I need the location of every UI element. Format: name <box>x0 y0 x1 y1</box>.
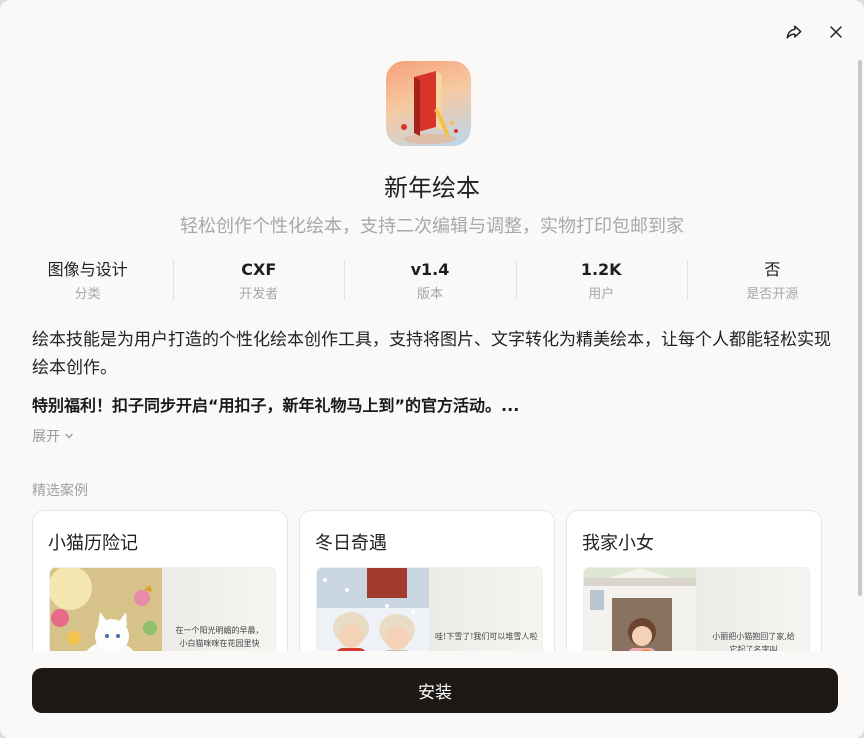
app-title: 新年绘本 <box>384 174 480 202</box>
stat-users: 1.2K 用户 <box>515 258 687 308</box>
stat-open-source: 否 是否开源 <box>686 258 858 308</box>
stat-label: 分类 <box>74 287 101 302</box>
stat-value: 图像与设计 <box>47 260 128 279</box>
case-title: 小猫历险记 <box>48 533 138 554</box>
install-button[interactable]: 安装 <box>32 668 838 713</box>
stat-value: 否 <box>764 260 781 279</box>
stat-value: 1.2K <box>580 260 622 279</box>
scrollbar[interactable] <box>858 60 862 596</box>
thumbnail-caption-line: 小丽把小猫抱回了家,给 <box>712 632 795 641</box>
app-logo-book-icon <box>386 61 471 146</box>
stat-developer: CXF 开发者 <box>173 258 344 308</box>
app-subtitle: 轻松创作个性化绘本，支持二次编辑与调整，实物打印包邮到家 <box>180 216 684 237</box>
thumbnail-caption-line: 小白猫咪咪在花园里快 <box>179 639 260 648</box>
expand-label: 展开 <box>32 429 60 445</box>
stat-value: v1.4 <box>410 260 450 279</box>
promo-text: 特别福利！扣子同步开启“用扣子，新年礼物马上到”的官方活动。... <box>32 396 520 415</box>
section-title-featured-cases: 精选案例 <box>32 483 88 499</box>
case-title: 我家小女 <box>582 533 654 554</box>
stat-label: 版本 <box>417 287 444 302</box>
plugin-detail-dialog: 新年绘本 轻松创作个性化绘本，支持二次编辑与调整，实物打印包邮到家 图像与设计 … <box>0 0 864 738</box>
chevron-down-icon <box>65 433 73 439</box>
case-title: 冬日奇遇 <box>315 533 387 554</box>
stats-row: 图像与设计 分类 CXF 开发者 v1.4 版本 1.2K 用户 否 是否开源 <box>2 258 858 308</box>
stat-category: 图像与设计 分类 <box>2 258 173 308</box>
expand-button[interactable]: 展开 <box>32 426 75 446</box>
stat-label: 是否开源 <box>746 287 799 302</box>
stat-version: v1.4 版本 <box>344 258 515 308</box>
close-icon[interactable] <box>822 18 850 46</box>
top-actions <box>780 18 850 46</box>
share-icon[interactable] <box>780 18 808 46</box>
stat-value: CXF <box>241 260 277 279</box>
description-text: 绘本技能是为用户打造的个性化绘本创作工具，支持将图片、文字转化为精美绘本，让每个… <box>32 330 831 378</box>
thumbnail-caption-line: 在一个阳光明媚的早晨， <box>175 626 264 635</box>
stat-label: 开发者 <box>239 287 279 302</box>
stat-label: 用户 <box>588 287 615 302</box>
thumbnail-caption-line: 哇!下雪了!我们可以堆雪人啦! <box>435 632 538 641</box>
